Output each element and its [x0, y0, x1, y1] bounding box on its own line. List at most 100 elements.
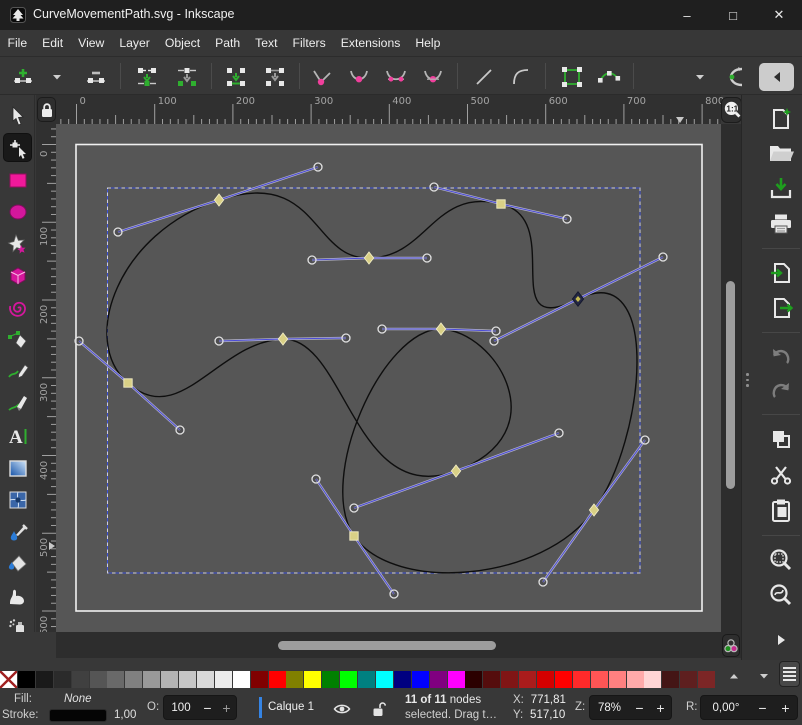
control-handle[interactable]	[430, 183, 438, 191]
pencil-tool-button[interactable]	[4, 358, 31, 385]
palette-swatch-teal[interactable]	[358, 671, 375, 688]
fill-value[interactable]: None	[64, 693, 92, 705]
control-handle[interactable]	[342, 334, 350, 342]
control-handle[interactable]	[215, 337, 223, 345]
palette-swatch-gray-85[interactable]	[197, 671, 214, 688]
insert-node-dropdown[interactable]	[43, 64, 71, 90]
import-button[interactable]	[766, 258, 796, 288]
path-node[interactable]	[436, 323, 445, 335]
zoom-1-1-button[interactable]: 1:1	[721, 97, 742, 123]
menu-text[interactable]: Text	[248, 31, 285, 56]
control-handle[interactable]	[555, 429, 563, 437]
palette-swatch-red-dark-2[interactable]	[519, 671, 536, 688]
pen-tool-button[interactable]	[4, 326, 31, 353]
palette-swatch-gray-93[interactable]	[215, 671, 232, 688]
join-nodes-button[interactable]	[133, 64, 161, 90]
zoom-decrease-button[interactable]: −	[629, 700, 650, 716]
palette-swatch-gray-70[interactable]	[161, 671, 178, 688]
bucket-tool-button[interactable]	[4, 550, 31, 577]
tweak-tool-button[interactable]	[4, 582, 31, 609]
control-handle[interactable]	[641, 436, 649, 444]
palette-swatch-red-light-2[interactable]	[591, 671, 608, 688]
path-end-node[interactable]	[572, 292, 583, 306]
palette-swatch-white[interactable]	[233, 671, 250, 688]
calligraphy-tool-button[interactable]	[4, 390, 31, 417]
opacity-spinbox[interactable]: 100 − +	[163, 695, 237, 720]
color-managed-mode-button[interactable]	[722, 634, 740, 657]
zoom-drawing-button[interactable]	[766, 580, 796, 610]
control-handle[interactable]	[176, 426, 184, 434]
path-node[interactable]	[364, 252, 373, 264]
opacity-value[interactable]: 100	[164, 702, 198, 714]
undo-button[interactable]	[766, 341, 796, 371]
node-symmetric-button[interactable]	[382, 64, 410, 90]
menu-view[interactable]: View	[71, 31, 112, 56]
save-document-button[interactable]	[766, 173, 796, 203]
join-with-segment-button[interactable]	[222, 64, 250, 90]
zoom-spinbox[interactable]: 78% − +	[589, 695, 672, 720]
paste-button[interactable]	[766, 496, 796, 526]
path-node[interactable]	[497, 200, 505, 208]
palette-swatch-navy[interactable]	[394, 671, 411, 688]
spiral-tool-button[interactable]	[4, 294, 31, 321]
segment-line-button[interactable]	[470, 64, 498, 90]
path-node[interactable]	[350, 532, 358, 540]
palette-swatch-blue[interactable]	[412, 671, 429, 688]
mesh-tool-button[interactable]	[4, 486, 31, 513]
node-tool-button[interactable]	[4, 134, 31, 161]
snap-bar-collapse-button[interactable]	[759, 63, 794, 91]
vertical-ruler[interactable]: 0100200300400500600	[36, 124, 56, 632]
vertical-scrollbar-thumb[interactable]	[726, 281, 735, 489]
palette-swatch-brick[interactable]	[698, 671, 715, 688]
control-handle[interactable]	[563, 215, 571, 223]
palette-swatch-red[interactable]	[269, 671, 286, 688]
rotation-increase-button[interactable]: +	[774, 700, 797, 716]
delete-segment-button[interactable]	[261, 64, 289, 90]
horizontal-scrollbar[interactable]	[56, 632, 721, 658]
ellipse-tool-button[interactable]	[4, 198, 31, 225]
menu-path[interactable]: Path	[208, 31, 248, 56]
palette-swatch-red-full[interactable]	[555, 671, 572, 688]
menu-object[interactable]: Object	[157, 31, 207, 56]
opacity-decrease-button[interactable]: −	[198, 700, 217, 716]
palette-swatch-maroon-alpha-1[interactable]	[662, 671, 679, 688]
control-handle[interactable]	[378, 325, 386, 333]
menu-extensions[interactable]: Extensions	[333, 31, 408, 56]
duplicate-button[interactable]	[766, 424, 796, 454]
control-handle[interactable]	[539, 578, 547, 586]
palette-scroll-down-button[interactable]	[753, 667, 775, 685]
palette-swatch-red-dark-4[interactable]	[483, 671, 500, 688]
path-node[interactable]	[278, 333, 287, 345]
palette-scroll-up-button[interactable]	[723, 667, 745, 685]
palette-menu-button[interactable]	[779, 661, 800, 687]
control-handle[interactable]	[314, 163, 322, 171]
path-node[interactable]	[214, 194, 223, 206]
insert-node-button[interactable]	[9, 64, 37, 90]
palette-swatch-aqua[interactable]	[376, 671, 393, 688]
palette-swatch-gray-41[interactable]	[107, 671, 124, 688]
control-handle[interactable]	[490, 337, 498, 345]
node-auto-button[interactable]	[419, 64, 447, 90]
zoom-increase-button[interactable]: +	[650, 700, 671, 716]
unlock-icon[interactable]	[371, 701, 387, 717]
zoom-value[interactable]: 78%	[590, 702, 629, 714]
palette-swatch-purple[interactable]	[430, 671, 447, 688]
menu-filters[interactable]: Filters	[285, 31, 333, 56]
palette-swatch-gray-17[interactable]	[54, 671, 71, 688]
star-tool-button[interactable]	[4, 230, 31, 257]
rotation-value[interactable]: 0,00°	[701, 702, 751, 714]
palette-swatch-black[interactable]	[18, 671, 35, 688]
palette-swatch-maroon[interactable]	[251, 671, 268, 688]
snapping-button[interactable]	[723, 64, 751, 90]
control-handle[interactable]	[390, 590, 398, 598]
palette-swatch-red-dark-5[interactable]	[465, 671, 482, 688]
menu-layer[interactable]: Layer	[112, 31, 158, 56]
rotation-spinbox[interactable]: 0,00° − +	[700, 695, 798, 720]
menu-file[interactable]: File	[0, 31, 35, 56]
delete-node-button[interactable]	[82, 64, 110, 90]
palette-swatch-fuchsia[interactable]	[448, 671, 465, 688]
stroke-width-value[interactable]: 1,00	[114, 709, 136, 721]
print-button[interactable]	[766, 209, 796, 239]
eye-icon[interactable]	[333, 702, 351, 716]
stroke-to-path-button[interactable]	[595, 64, 623, 90]
